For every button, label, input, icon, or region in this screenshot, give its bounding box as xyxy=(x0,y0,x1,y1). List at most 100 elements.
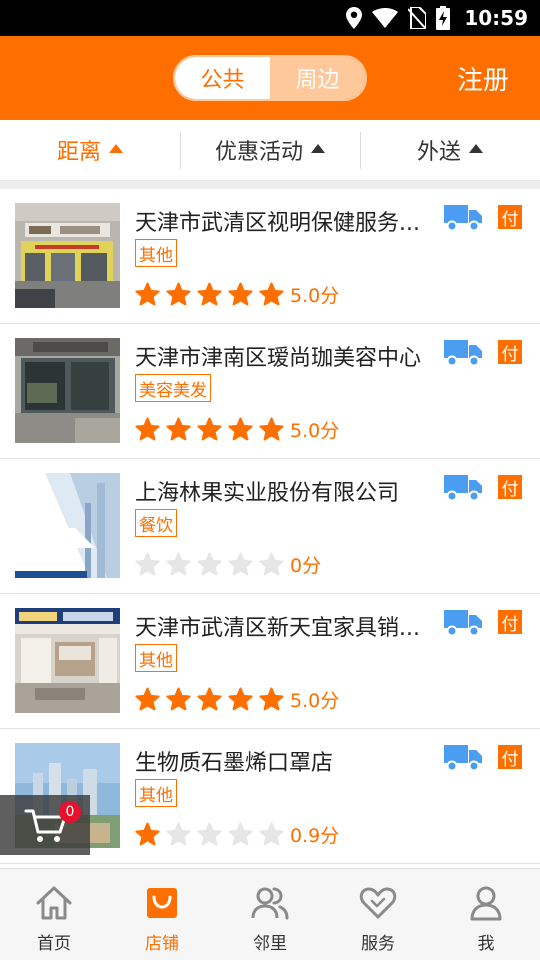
person-icon xyxy=(470,886,502,921)
segment-nearby[interactable]: 周边 xyxy=(270,57,365,99)
sort-arrow-icon xyxy=(469,144,483,153)
category-tag: 美容美发 xyxy=(135,374,211,402)
star-icon xyxy=(197,822,222,846)
tab-me[interactable]: 我 xyxy=(432,869,540,960)
battery-charging-icon xyxy=(436,6,451,30)
star-icon xyxy=(259,417,284,441)
app-header: 公共 周边 注册 xyxy=(0,36,540,120)
no-sim-icon xyxy=(408,7,427,29)
star-icon xyxy=(259,282,284,306)
category-tag: 其他 xyxy=(135,644,177,672)
status-time: 10:59 xyxy=(464,6,528,30)
star-icon xyxy=(135,417,160,441)
star-icon xyxy=(166,417,191,441)
delivery-truck-icon xyxy=(444,475,482,501)
filter-delivery[interactable]: 外送 xyxy=(360,120,540,180)
shop-item[interactable]: 天津市津南区瑷尚珈美容中心 付 美容美发 5.0分 xyxy=(0,324,540,459)
star-icon xyxy=(259,552,284,576)
cart-button[interactable]: 0 xyxy=(0,795,90,855)
rating-score: 0分 xyxy=(290,555,322,577)
star-icon xyxy=(259,687,284,711)
delivery-truck-icon xyxy=(444,205,482,231)
sort-arrow-icon xyxy=(311,144,325,153)
star-icon xyxy=(228,822,253,846)
tab-services[interactable]: 服务 xyxy=(324,869,432,960)
star-icon xyxy=(166,282,191,306)
divider xyxy=(0,181,540,189)
star-icon xyxy=(197,282,222,306)
status-icons: 10:59 xyxy=(346,0,528,36)
bottom-tab-bar: 首页 店铺 邻里 服务 我 xyxy=(0,868,540,960)
star-icon xyxy=(166,822,191,846)
scope-segmented-control: 公共 周边 xyxy=(173,55,367,101)
status-bar: 10:59 xyxy=(0,0,540,36)
shop-item[interactable]: 上海林果实业股份有限公司 付 餐饮 0分 xyxy=(0,459,540,594)
star-icon xyxy=(135,282,160,306)
delivery-truck-icon xyxy=(444,340,482,366)
rating-score: 5.0分 xyxy=(290,690,340,712)
pay-badge: 付 xyxy=(498,205,522,230)
shop-name: 天津市武清区新天宜家具销... xyxy=(135,616,420,641)
tab-home-label: 首页 xyxy=(37,934,71,954)
shop-thumbnail xyxy=(15,338,120,443)
delivery-truck-icon xyxy=(444,745,482,771)
shop-thumbnail xyxy=(15,203,120,308)
rating-stars: 0分 xyxy=(135,551,321,578)
rating-score: 5.0分 xyxy=(290,285,340,307)
rating-stars: 5.0分 xyxy=(135,686,339,713)
star-icon xyxy=(197,552,222,576)
rating-stars: 0.9分 xyxy=(135,821,339,848)
star-icon xyxy=(228,687,253,711)
tab-shops-label: 店铺 xyxy=(145,934,179,954)
shop-name: 天津市津南区瑷尚珈美容中心 xyxy=(135,346,422,371)
wifi-icon xyxy=(372,8,399,28)
filter-distance[interactable]: 距离 xyxy=(0,120,180,180)
star-icon xyxy=(135,822,160,846)
star-icon xyxy=(135,687,160,711)
shop-thumbnail xyxy=(15,608,120,713)
pay-badge: 付 xyxy=(498,340,522,365)
star-icon xyxy=(135,552,160,576)
tab-home[interactable]: 首页 xyxy=(0,869,108,960)
shop-name: 上海林果实业股份有限公司 xyxy=(135,481,400,506)
cart-count-badge: 0 xyxy=(59,801,81,823)
shop-thumbnail xyxy=(15,473,120,578)
segment-public[interactable]: 公共 xyxy=(175,57,270,99)
delivery-truck-icon xyxy=(444,610,482,636)
filter-promotions[interactable]: 优惠活动 xyxy=(180,120,360,180)
shop-name: 天津市武清区视明保健服务... xyxy=(135,211,420,236)
rating-score: 5.0分 xyxy=(290,420,340,442)
tab-shops[interactable]: 店铺 xyxy=(108,869,216,960)
category-tag: 餐饮 xyxy=(135,509,177,537)
star-icon xyxy=(166,552,191,576)
tab-neighbors-label: 邻里 xyxy=(253,934,287,954)
filter-bar: 距离 优惠活动 外送 xyxy=(0,120,540,181)
star-icon xyxy=(228,282,253,306)
tab-services-label: 服务 xyxy=(361,934,395,954)
tab-neighbors[interactable]: 邻里 xyxy=(216,869,324,960)
rating-score: 0.9分 xyxy=(290,825,340,847)
sort-arrow-icon xyxy=(109,144,123,153)
rating-stars: 5.0分 xyxy=(135,416,339,443)
tab-me-label: 我 xyxy=(477,934,495,954)
shop-bag-icon xyxy=(147,888,177,918)
shop-item[interactable]: 天津市武清区新天宜家具销... 付 其他 5.0分 xyxy=(0,594,540,729)
heart-icon xyxy=(359,887,397,919)
star-icon xyxy=(197,687,222,711)
star-icon xyxy=(166,687,191,711)
rating-stars: 5.0分 xyxy=(135,281,339,308)
category-tag: 其他 xyxy=(135,239,177,267)
star-icon xyxy=(259,822,284,846)
pay-badge: 付 xyxy=(498,745,522,770)
filter-delivery-label: 外送 xyxy=(416,140,461,165)
shop-item[interactable]: 天津市武清区视明保健服务... 付 其他 5.0分 xyxy=(0,189,540,324)
filter-distance-label: 距离 xyxy=(56,140,101,165)
star-icon xyxy=(228,552,253,576)
star-icon xyxy=(197,417,222,441)
shop-name: 生物质石墨烯口罩店 xyxy=(135,751,334,776)
pay-badge: 付 xyxy=(498,475,522,500)
category-tag: 其他 xyxy=(135,779,177,807)
pay-badge: 付 xyxy=(498,610,522,635)
register-button[interactable]: 注册 xyxy=(457,60,509,97)
star-icon xyxy=(228,417,253,441)
